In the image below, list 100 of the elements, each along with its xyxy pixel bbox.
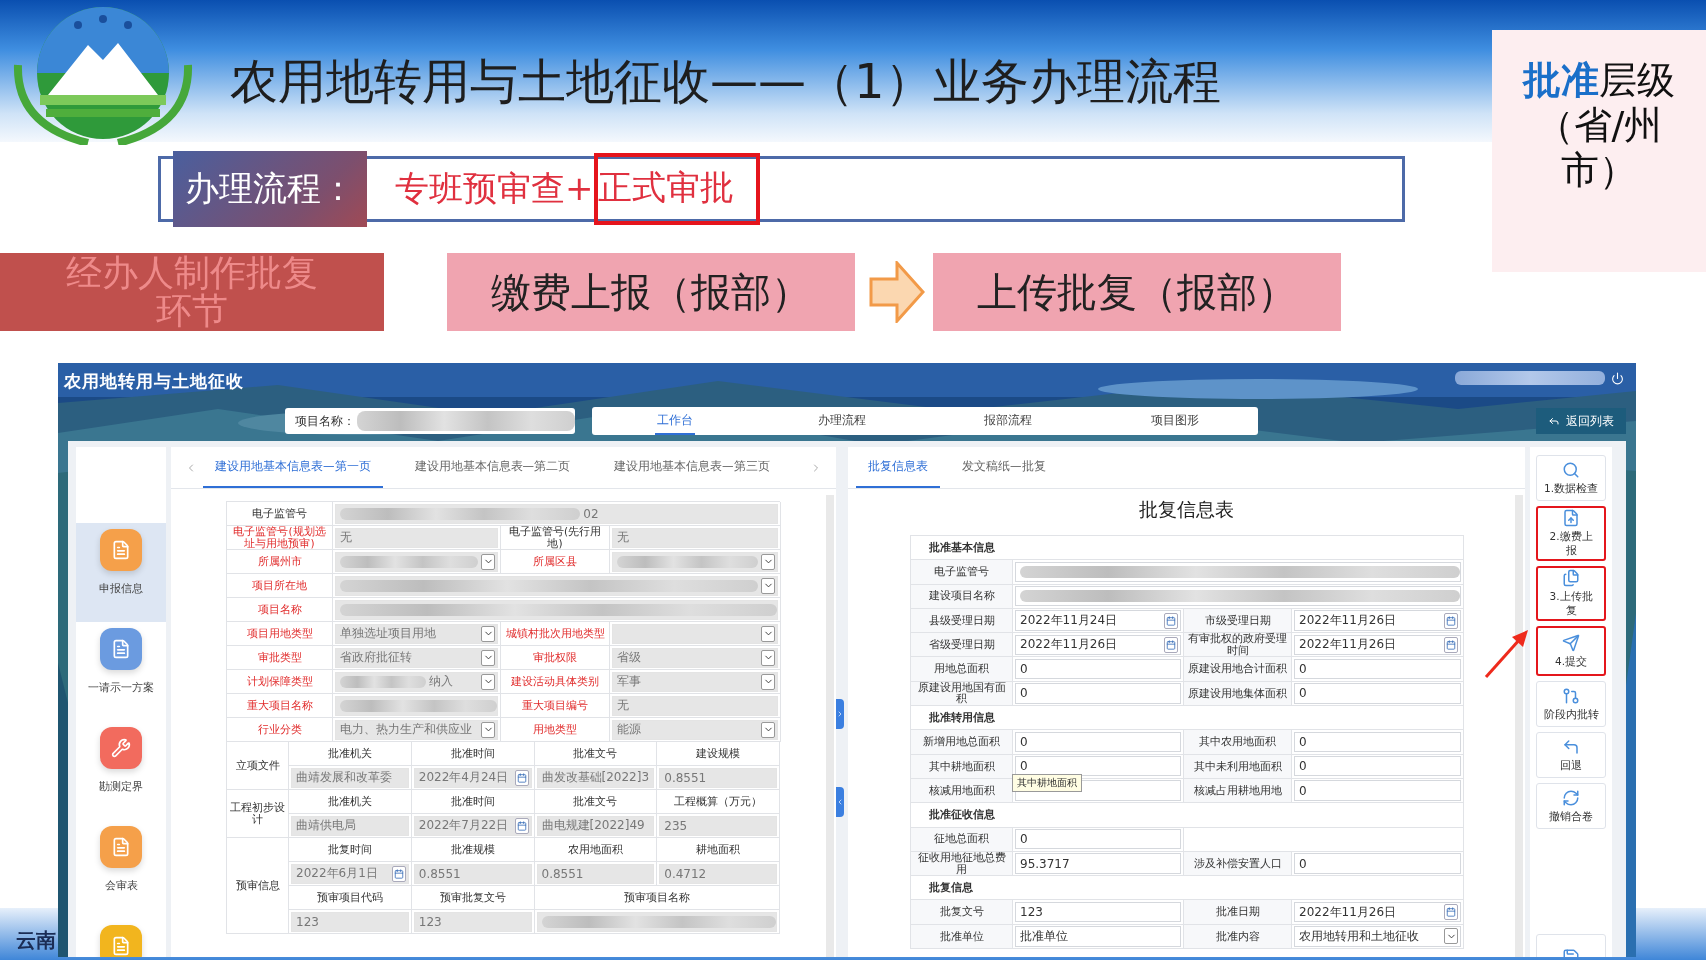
dropdown-field[interactable]: 能源 <box>612 719 778 740</box>
collapse-handle[interactable] <box>836 787 844 817</box>
calendar-icon[interactable] <box>514 817 529 834</box>
page-tab[interactable]: 建设用地基本信息表—第一页 <box>203 447 383 488</box>
input-field[interactable] <box>1015 586 1461 607</box>
calendar-icon[interactable] <box>1444 612 1458 629</box>
action-button[interactable]: 阶段内批转 <box>1536 681 1606 727</box>
dropdown-field[interactable]: 单独选址项目用地 <box>335 623 498 644</box>
date-field[interactable]: 2022年11月24日 <box>1015 610 1181 631</box>
dropdown-field[interactable] <box>335 551 498 572</box>
action-button[interactable]: 3.上传批复 <box>1536 566 1606 621</box>
date-field[interactable]: 2022年11月26日 <box>1294 610 1461 631</box>
caret-icon[interactable] <box>761 649 775 666</box>
nav-tab[interactable]: 项目图形 <box>1148 407 1201 435</box>
input-field[interactable]: 批准单位 <box>1015 926 1181 947</box>
input-field[interactable]: 0 <box>1015 829 1181 850</box>
sidebar-item[interactable]: 一请示一方案 <box>76 622 166 721</box>
date-field[interactable]: 2022年7月22日 <box>413 815 532 836</box>
date-field[interactable]: 2022年6月1日 <box>291 863 409 884</box>
project-field[interactable]: 项目名称： <box>285 408 575 434</box>
sidebar-item[interactable]: 申报信息 <box>76 523 166 622</box>
input-field[interactable]: 无 <box>612 695 778 716</box>
calendar-icon[interactable] <box>1444 636 1458 653</box>
caret-icon[interactable] <box>481 649 495 666</box>
input-field[interactable] <box>1015 561 1461 583</box>
caret-icon[interactable] <box>761 577 775 594</box>
form-tab[interactable]: 批复信息表 <box>856 447 940 488</box>
caret-icon[interactable] <box>761 673 775 690</box>
dropdown-field[interactable]: 省级 <box>612 647 778 668</box>
sidebar-item[interactable]: 勘测定界 <box>76 721 166 820</box>
page-tab[interactable]: 建设用地基本信息表—第二页 <box>402 447 582 488</box>
calendar-icon[interactable] <box>514 769 529 786</box>
nav-tab[interactable]: 工作台 <box>655 407 696 435</box>
input-field[interactable]: 0.8551 <box>413 863 532 884</box>
action-button[interactable]: 1.数据检查 <box>1536 455 1606 501</box>
calendar-icon[interactable] <box>1444 904 1458 921</box>
dropdown-field[interactable]: 省政府批征转 <box>335 647 498 668</box>
scrollbar[interactable] <box>1515 495 1523 957</box>
scrollbar[interactable] <box>826 495 834 957</box>
nav-tab[interactable]: 办理流程 <box>815 407 868 435</box>
input-field[interactable]: 02 <box>335 503 778 524</box>
input-field[interactable]: 0.8551 <box>536 863 655 884</box>
form-tab[interactable]: 发文稿纸—批复 <box>950 447 1058 488</box>
input-field[interactable]: 0 <box>1294 683 1461 704</box>
caret-icon[interactable] <box>481 673 495 690</box>
dropdown-field[interactable] <box>612 551 778 572</box>
input-field[interactable]: 0.4712 <box>659 863 777 884</box>
input-field[interactable]: 95.3717 <box>1015 853 1181 874</box>
input-field[interactable]: 0 <box>1294 659 1461 680</box>
action-button[interactable]: 回退 <box>1536 732 1606 778</box>
date-field[interactable]: 2022年11月26日 <box>1294 901 1461 923</box>
action-button[interactable]: 2.缴费上报 <box>1536 506 1606 561</box>
action-button[interactable]: 撤销合卷 <box>1536 783 1606 829</box>
calendar-icon[interactable] <box>1164 612 1178 629</box>
input-field[interactable]: 曲靖发展和改革委 <box>291 767 409 788</box>
input-field[interactable]: 曲电规建[2022]49 <box>536 815 655 836</box>
collapse-handle[interactable] <box>836 699 844 729</box>
input-field[interactable] <box>335 599 778 620</box>
input-field[interactable] <box>536 911 777 932</box>
input-field[interactable]: 0 <box>1294 853 1461 874</box>
input-field[interactable]: 0 <box>1015 659 1181 680</box>
dropdown-field[interactable]: 农用地转用和土地征收 <box>1294 926 1461 947</box>
caret-icon[interactable] <box>481 553 495 570</box>
action-button[interactable]: 4.提交 <box>1536 626 1606 676</box>
input-field[interactable]: 123 <box>413 911 532 932</box>
sidebar-item[interactable]: 会审表 <box>76 820 166 919</box>
input-field[interactable] <box>335 695 498 716</box>
calendar-icon[interactable] <box>1164 636 1178 653</box>
caret-icon[interactable] <box>481 721 495 738</box>
input-field[interactable]: 0 <box>1294 780 1461 801</box>
dropdown-field[interactable]: 纳入 <box>335 671 498 692</box>
input-field[interactable]: 曲靖供电局 <box>291 815 409 836</box>
caret-icon[interactable] <box>761 625 775 642</box>
input-field[interactable]: 123 <box>1015 901 1181 923</box>
input-field[interactable]: 无 <box>612 527 778 548</box>
caret-icon[interactable] <box>761 721 775 738</box>
dropdown-field[interactable]: 军事 <box>612 671 778 692</box>
dropdown-field[interactable]: 电力、热力生产和供应业 <box>335 719 498 740</box>
caret-icon[interactable] <box>1444 928 1458 945</box>
dropdown-field[interactable] <box>335 575 778 596</box>
power-icon[interactable] <box>1611 371 1624 385</box>
input-field[interactable]: 123 <box>291 911 409 932</box>
input-field[interactable]: 0 <box>1015 731 1181 753</box>
input-field[interactable]: 曲发改基础[2022]3 <box>536 767 655 788</box>
dropdown-field[interactable] <box>612 623 778 644</box>
caret-icon[interactable] <box>761 553 775 570</box>
input-field[interactable]: 0 <box>1015 683 1181 704</box>
date-field[interactable]: 2022年11月26日 <box>1015 634 1181 655</box>
nav-tab[interactable]: 报部流程 <box>982 407 1035 435</box>
date-field[interactable]: 2022年4月24日 <box>413 767 532 788</box>
input-field[interactable]: 0 <box>1294 731 1461 753</box>
input-field[interactable]: 235 <box>659 815 777 836</box>
back-button[interactable]: 返回列表 <box>1536 408 1626 434</box>
input-field[interactable]: 0.8551 <box>659 767 777 788</box>
caret-icon[interactable] <box>481 625 495 642</box>
page-tab[interactable]: 建设用地基本信息表—第三页 <box>602 447 782 488</box>
date-field[interactable]: 2022年11月26日 <box>1294 634 1461 655</box>
calendar-icon[interactable] <box>391 865 406 882</box>
input-field[interactable]: 0 <box>1294 756 1461 777</box>
input-field[interactable]: 无 <box>335 527 498 548</box>
